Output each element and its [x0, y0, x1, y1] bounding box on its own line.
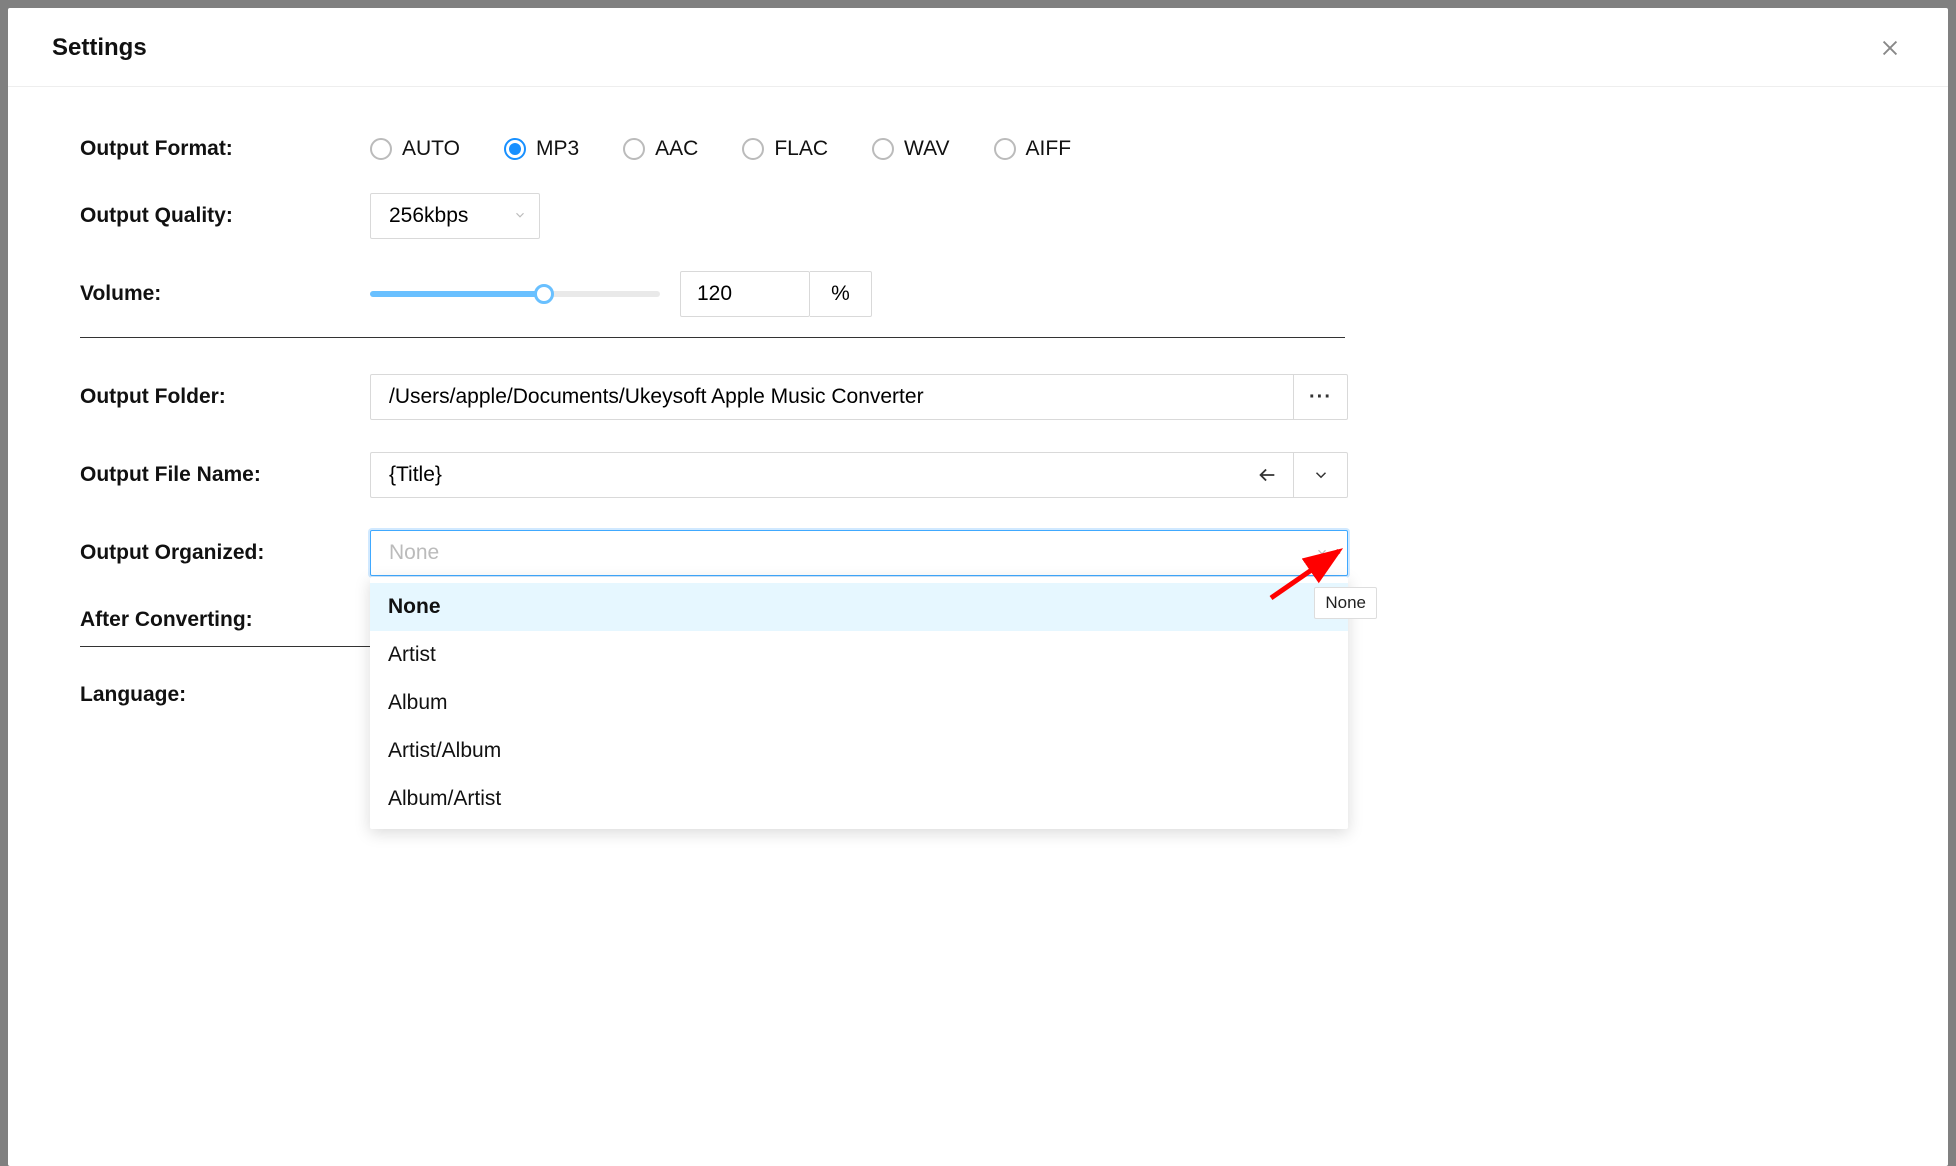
output-organized-select[interactable]: None None NoneArtistAlbumArtist/AlbumAlb… — [370, 530, 1348, 576]
volume-slider[interactable] — [370, 291, 660, 297]
row-output-format: Output Format: AUTO MP3 AAC FLAC WAV AIFF — [80, 137, 1904, 161]
chevron-down-icon — [1312, 466, 1330, 484]
label-volume: Volume: — [80, 282, 370, 306]
label-output-format: Output Format: — [80, 137, 370, 161]
filename-dropdown-button[interactable] — [1294, 452, 1348, 498]
volume-unit: % — [810, 271, 872, 317]
radio-auto[interactable]: AUTO — [370, 137, 460, 161]
output-organized-placeholder: None — [389, 541, 439, 565]
output-organized-dropdown: NoneArtistAlbumArtist/AlbumAlbum/Artist — [370, 577, 1348, 829]
dropdown-option[interactable]: None — [370, 583, 1348, 631]
browse-folder-button[interactable]: ··· — [1294, 374, 1348, 420]
radio-icon — [370, 138, 392, 160]
output-filename-input[interactable]: {Title} — [370, 452, 1240, 498]
divider — [80, 337, 1345, 338]
radio-label: AAC — [655, 137, 698, 161]
radio-label: AUTO — [402, 137, 460, 161]
output-quality-select[interactable]: 256kbps — [370, 193, 540, 239]
output-format-group: AUTO MP3 AAC FLAC WAV AIFF — [370, 137, 1904, 161]
radio-wav[interactable]: WAV — [872, 137, 950, 161]
slider-track — [370, 291, 544, 297]
dropdown-option[interactable]: Artist — [370, 631, 1348, 679]
radio-icon — [742, 138, 764, 160]
dropdown-option[interactable]: Album — [370, 679, 1348, 727]
radio-icon — [623, 138, 645, 160]
output-folder-input[interactable]: /Users/apple/Documents/Ukeysoft Apple Mu… — [370, 374, 1294, 420]
radio-icon — [872, 138, 894, 160]
radio-label: MP3 — [536, 137, 579, 161]
label-output-filename: Output File Name: — [80, 463, 370, 487]
modal-content: Output Format: AUTO MP3 AAC FLAC WAV AIFF Out… — [8, 87, 1948, 707]
arrow-left-icon — [1256, 464, 1278, 486]
radio-label: WAV — [904, 137, 950, 161]
modal-header: Settings — [8, 8, 1948, 87]
modal-title: Settings — [52, 34, 147, 62]
volume-input[interactable]: 120 — [680, 271, 810, 317]
row-output-folder: Output Folder: /Users/apple/Documents/Uk… — [80, 374, 1904, 420]
dropdown-option[interactable]: Album/Artist — [370, 775, 1348, 823]
settings-modal: Settings Output Format: AUTO MP3 AAC FLAC WA… — [8, 8, 1948, 1166]
radio-icon — [994, 138, 1016, 160]
radio-label: AIFF — [1026, 137, 1072, 161]
row-output-filename: Output File Name: {Title} — [80, 452, 1904, 498]
chevron-down-icon — [1315, 541, 1329, 565]
radio-icon — [504, 138, 526, 160]
slider-handle[interactable] — [534, 284, 554, 304]
close-button[interactable] — [1876, 34, 1904, 62]
radio-mp3[interactable]: MP3 — [504, 137, 579, 161]
label-language: Language: — [80, 683, 370, 707]
label-output-organized: Output Organized: — [80, 541, 370, 565]
label-output-quality: Output Quality: — [80, 204, 370, 228]
row-output-organized: Output Organized: None None NoneArtistAl… — [80, 530, 1904, 576]
close-icon — [1879, 37, 1901, 59]
ellipsis-icon: ··· — [1309, 386, 1332, 409]
filename-reset-button[interactable] — [1240, 452, 1294, 498]
label-output-folder: Output Folder: — [80, 385, 370, 409]
radio-label: FLAC — [774, 137, 828, 161]
radio-aac[interactable]: AAC — [623, 137, 698, 161]
row-volume: Volume: 120 % — [80, 271, 1904, 317]
chevron-down-icon — [513, 204, 527, 228]
row-output-quality: Output Quality: 256kbps — [80, 193, 1904, 239]
dropdown-option[interactable]: Artist/Album — [370, 727, 1348, 775]
tooltip: None — [1314, 587, 1377, 619]
label-after-converting: After Converting: — [80, 608, 370, 632]
output-quality-value: 256kbps — [389, 204, 468, 228]
radio-aiff[interactable]: AIFF — [994, 137, 1072, 161]
radio-flac[interactable]: FLAC — [742, 137, 828, 161]
